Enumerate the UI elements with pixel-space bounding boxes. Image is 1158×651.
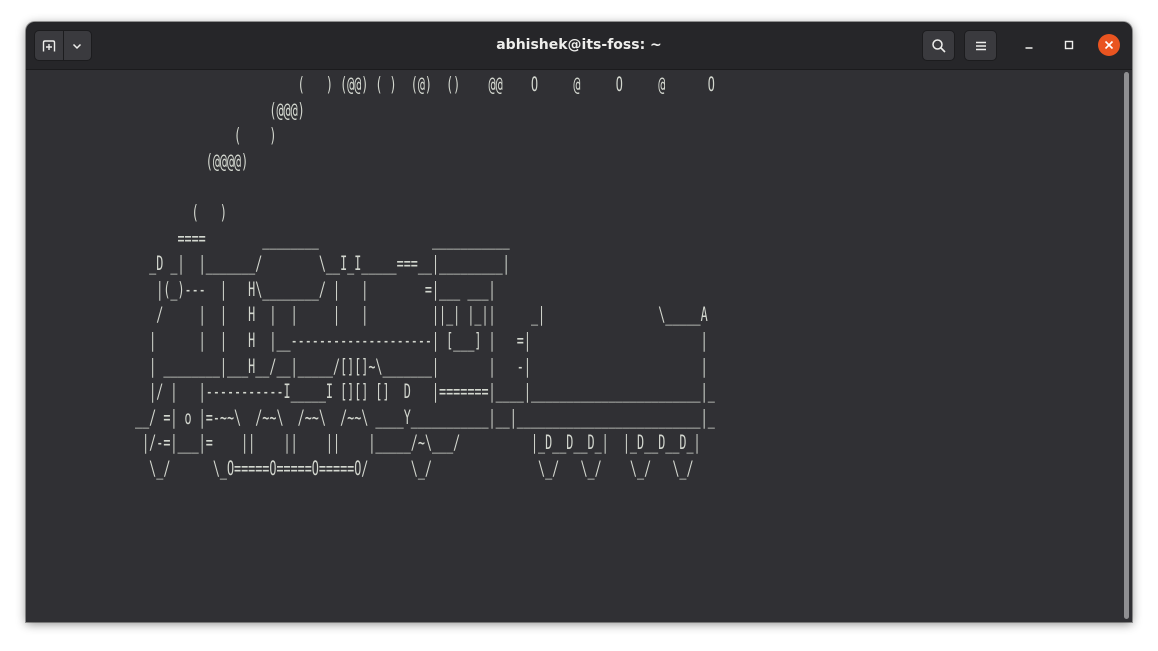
menu-button[interactable] [964, 30, 997, 61]
terminal-window: abhishek@its-foss: ~ () (@@) () (@) ()… [26, 22, 1132, 622]
close-icon [1104, 40, 1114, 50]
search-icon [931, 38, 946, 53]
maximize-icon [1064, 40, 1074, 50]
search-button[interactable] [922, 30, 955, 61]
terminal-output: ( ) (@@) ( ) (@) () @@ O @ O @ O (@@@) (… [135, 73, 715, 480]
close-button[interactable] [1098, 34, 1120, 56]
maximize-button[interactable] [1058, 34, 1080, 56]
header-bar: abhishek@its-foss: ~ [26, 22, 1132, 70]
hamburger-menu-icon [975, 41, 986, 50]
minimize-button[interactable] [1018, 34, 1040, 56]
terminal-area[interactable]: ( ) (@@) ( ) (@) () @@ O @ O @ O (@@@) (… [26, 70, 1132, 622]
scrollbar[interactable] [1124, 72, 1129, 619]
minimize-icon [1025, 47, 1033, 49]
